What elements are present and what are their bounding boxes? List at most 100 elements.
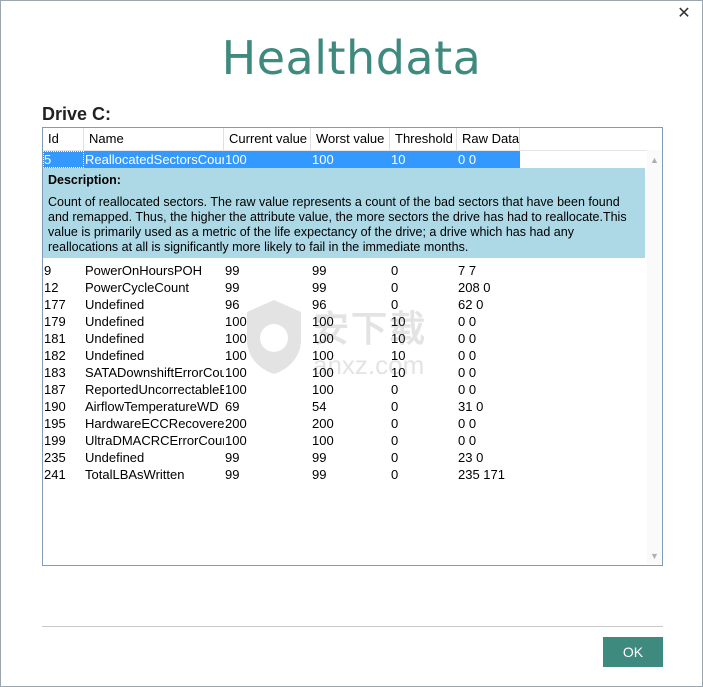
cell-threshold: 0 (391, 399, 399, 414)
cell-threshold: 10 (391, 314, 406, 329)
cell-worst-value: 54 (312, 399, 327, 414)
cell-id: 199 (44, 433, 66, 448)
cell-threshold: 0 (391, 416, 399, 431)
cell-threshold: 0 (391, 382, 399, 397)
cell-id: 235 (44, 450, 66, 465)
table-row[interactable]: 195 HardwareECCRecovered 200 200 0 0 0 (43, 415, 520, 432)
cell-id: 9 (44, 263, 52, 278)
cell-name: ReallocatedSectorsCoun (85, 152, 224, 167)
cell-raw-data: 23 0 (458, 450, 484, 465)
cell-current-value: 96 (225, 297, 240, 312)
column-header-threshold[interactable]: Threshold (390, 128, 457, 150)
cell-worst-value: 100 (312, 314, 334, 329)
cell-worst-value: 100 (312, 365, 334, 380)
column-header-current-value[interactable]: Current value (224, 128, 311, 150)
cell-raw-data: 62 0 (458, 297, 484, 312)
table-row[interactable]: 187 ReportedUncorrectableE 100 100 0 0 0 (43, 381, 520, 398)
cell-current-value: 69 (225, 399, 240, 414)
cell-worst-value: 100 (312, 382, 334, 397)
column-header-id[interactable]: Id (43, 128, 84, 150)
table-row[interactable]: 12 PowerCycleCount 99 99 0 208 0 (43, 279, 520, 296)
cell-worst-value: 100 (312, 331, 334, 346)
cell-name: ReportedUncorrectableE (85, 382, 224, 397)
cell-worst-value: 99 (312, 450, 327, 465)
cell-current-value: 100 (225, 331, 247, 346)
cell-threshold: 10 (391, 365, 406, 380)
cell-threshold: 0 (391, 467, 399, 482)
table-row[interactable]: 183 SATADownshiftErrorCou 100 100 10 0 0 (43, 364, 520, 381)
cell-name: TotalLBAsWritten (85, 467, 185, 482)
cell-worst-value: 200 (312, 416, 334, 431)
cell-name: PowerCycleCount (85, 280, 190, 295)
page-title: Healthdata (221, 31, 482, 85)
cell-name: Undefined (85, 450, 145, 465)
cell-id: 187 (44, 382, 66, 397)
smart-attributes-grid[interactable]: Id Name Current value Worst value Thresh… (42, 127, 663, 566)
cell-id: 195 (44, 416, 66, 431)
cell-id: 5 (43, 151, 84, 168)
cell-raw-data: 0 0 (458, 331, 477, 346)
cell-name: HardwareECCRecovered (85, 416, 224, 431)
table-row[interactable]: 235 Undefined 99 99 0 23 0 (43, 449, 520, 466)
cell-id: 190 (44, 399, 66, 414)
cell-threshold: 0 (391, 263, 399, 278)
cell-raw-data: 0 0 (458, 365, 477, 380)
cell-name: SATADownshiftErrorCou (85, 365, 224, 380)
cell-threshold: 10 (391, 348, 406, 363)
cell-worst-value: 99 (312, 467, 327, 482)
description-text: Count of reallocated sectors. The raw va… (48, 195, 627, 254)
table-row[interactable]: 9 PowerOnHoursPOH 99 99 0 7 7 (43, 262, 520, 279)
vertical-scrollbar[interactable]: ▲ ▼ (647, 150, 662, 564)
cell-current-value: 99 (225, 280, 240, 295)
column-header-worst-value[interactable]: Worst value (311, 128, 390, 150)
cell-name: Undefined (85, 297, 145, 312)
cell-raw-data: 0 0 (458, 348, 477, 363)
cell-raw-data: 235 171 (458, 467, 505, 482)
table-row[interactable]: 179 Undefined 100 100 10 0 0 (43, 313, 520, 330)
cell-current-value: 100 (225, 365, 247, 380)
cell-worst-value: 99 (312, 280, 327, 295)
cell-id: 181 (44, 331, 66, 346)
cell-current-value: 100 (225, 433, 247, 448)
table-row[interactable]: 182 Undefined 100 100 10 0 0 (43, 347, 520, 364)
cell-raw-data: 0 0 (458, 314, 477, 329)
cell-current-value: 99 (225, 467, 240, 482)
cell-threshold: 0 (391, 433, 399, 448)
table-row[interactable]: 241 TotalLBAsWritten 99 99 0 235 171 (43, 466, 520, 483)
ok-button[interactable]: OK (603, 637, 663, 667)
cell-threshold: 0 (391, 297, 399, 312)
cell-current-value: 100 (225, 348, 247, 363)
cell-raw-data: 208 0 (458, 280, 491, 295)
scroll-down-icon[interactable]: ▼ (647, 549, 662, 564)
cell-name: AirflowTemperatureWD (85, 399, 219, 414)
cell-id: 12 (44, 280, 59, 295)
close-icon[interactable]: ✕ (674, 4, 694, 24)
cell-current-value: 100 (225, 152, 247, 167)
cell-id: 183 (44, 365, 66, 380)
table-row[interactable]: 181 Undefined 100 100 10 0 0 (43, 330, 520, 347)
cell-current-value: 99 (225, 450, 240, 465)
table-row[interactable]: 177 Undefined 96 96 0 62 0 (43, 296, 520, 313)
attribute-description-panel: Description: Count of reallocated sector… (43, 168, 645, 258)
cell-worst-value: 96 (312, 297, 327, 312)
cell-raw-data: 31 0 (458, 399, 484, 414)
table-row[interactable]: 190 AirflowTemperatureWD 69 54 0 31 0 (43, 398, 520, 415)
table-row-selected[interactable]: 5 ReallocatedSectorsCoun 100 100 10 0 0 (43, 151, 520, 168)
cell-raw-data: 0 0 (458, 416, 477, 431)
cell-name: UltraDMACRCErrorCoun (85, 433, 224, 448)
column-header-raw-data[interactable]: Raw Data (457, 128, 520, 150)
cell-raw-data: 0 0 (458, 433, 477, 448)
cell-current-value: 200 (225, 416, 247, 431)
cell-id: 182 (44, 348, 66, 363)
cell-worst-value: 100 (312, 433, 334, 448)
cell-name: Undefined (85, 348, 145, 363)
column-header-name[interactable]: Name (84, 128, 224, 150)
cell-name: PowerOnHoursPOH (85, 263, 203, 278)
cell-current-value: 99 (225, 263, 240, 278)
cell-threshold: 10 (391, 331, 406, 346)
cell-name: Undefined (85, 331, 145, 346)
table-row[interactable]: 199 UltraDMACRCErrorCoun 100 100 0 0 0 (43, 432, 520, 449)
scroll-up-icon[interactable]: ▲ (647, 153, 662, 168)
cell-current-value: 100 (225, 314, 247, 329)
dialog-window: ✕ Healthdata Drive C: Id Name Current va… (0, 0, 703, 687)
